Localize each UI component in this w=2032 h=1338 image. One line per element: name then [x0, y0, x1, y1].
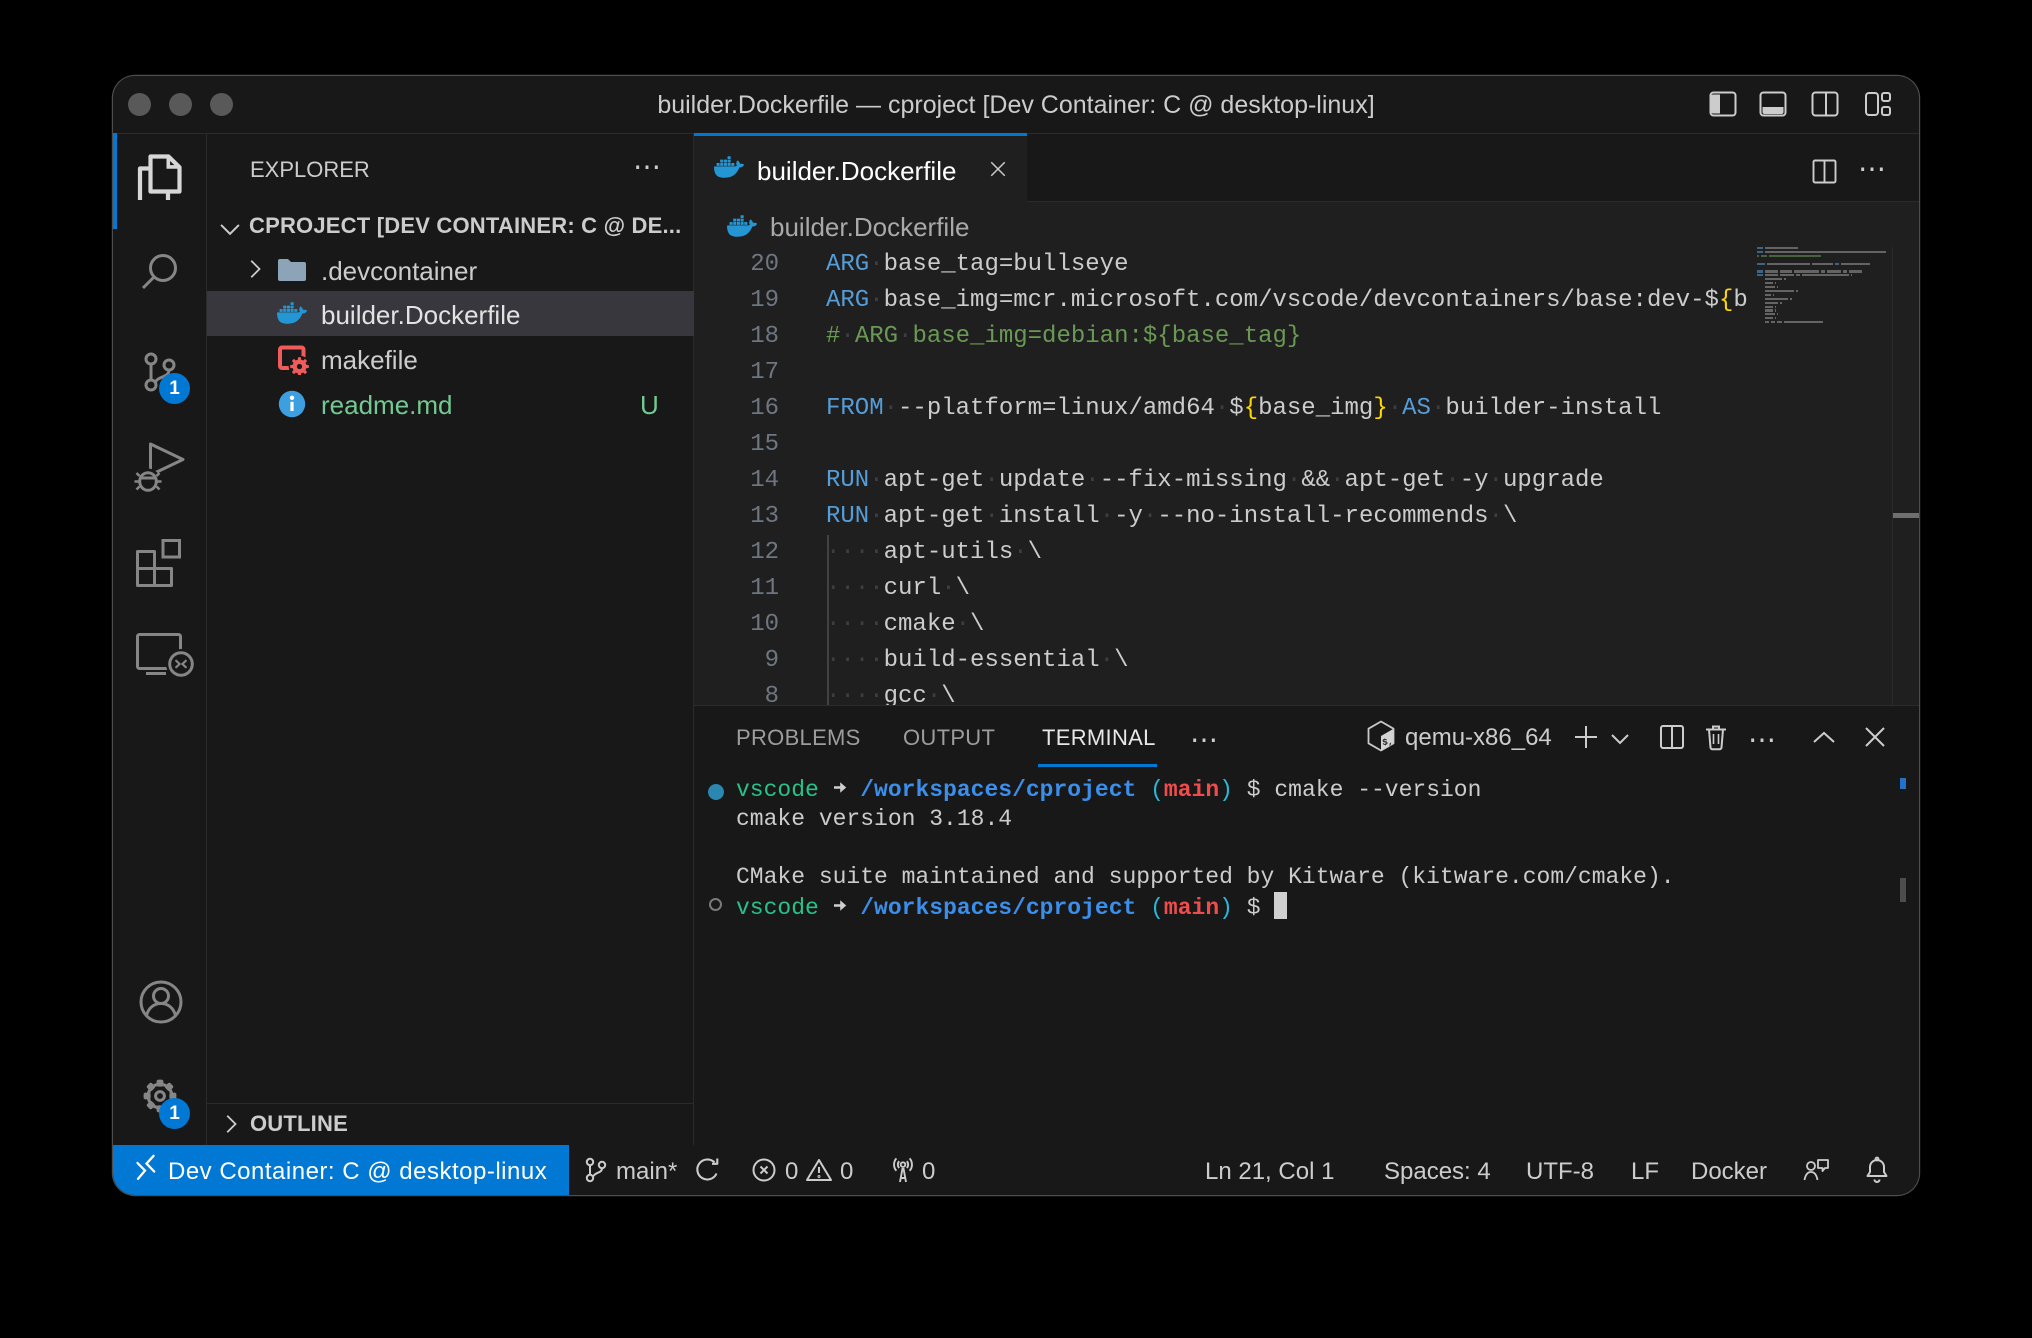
svg-text:$,: $,: [1382, 737, 1394, 748]
